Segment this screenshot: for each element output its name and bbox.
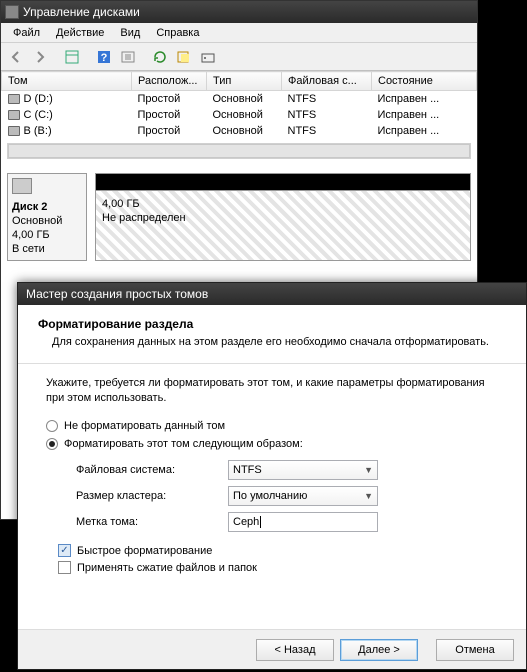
volume-label-label: Метка тома: [76, 516, 216, 528]
table-row[interactable]: C (C:) Простой Основной NTFS Исправен ..… [2, 107, 477, 123]
disk-online: В сети [12, 243, 45, 255]
radio-no-format[interactable]: Не форматировать данный том [46, 420, 498, 432]
window-title: Управление дисками [23, 1, 140, 23]
menu-action[interactable]: Действие [50, 25, 110, 41]
menu-help[interactable]: Справка [150, 25, 205, 41]
chevron-down-icon: ▼ [364, 491, 373, 501]
format-options: Файловая система: NTFS ▼ Размер кластера… [76, 460, 498, 532]
svg-text:?: ? [101, 52, 108, 64]
wizard-footer: < Назад Далее > Отмена [18, 629, 526, 669]
toolbar-icon[interactable] [197, 46, 219, 68]
drive-icon [8, 110, 20, 120]
partition-status: Не распределен [102, 212, 186, 224]
table-header-row[interactable]: Том Располож... Тип Файловая с... Состоя… [2, 72, 477, 91]
titlebar[interactable]: Управление дисками [1, 1, 477, 23]
checkbox-icon[interactable] [58, 561, 71, 574]
help-icon[interactable]: ? [93, 46, 115, 68]
cluster-select[interactable]: По умолчанию ▼ [228, 486, 378, 506]
radio-icon[interactable] [46, 420, 58, 432]
volume-label-input[interactable]: Ceph [228, 512, 378, 532]
disk-label-panel[interactable]: Диск 2 Основной 4,00 ГБ В сети [7, 173, 87, 261]
disk-name: Диск 2 [12, 201, 47, 213]
disk-icon [12, 178, 32, 194]
radio-format-label: Форматировать этот том следующим образом… [64, 438, 303, 450]
quick-format-checkbox[interactable]: Быстрое форматирование [58, 544, 498, 557]
toolbar-icon[interactable] [117, 46, 139, 68]
wizard-header: Форматирование раздела Для сохранения да… [18, 305, 526, 364]
wizard-title: Мастер создания простых томов [26, 287, 208, 301]
col-volume[interactable]: Том [2, 72, 132, 91]
wizard-titlebar[interactable]: Мастер создания простых томов [18, 283, 526, 305]
fs-select[interactable]: NTFS ▼ [228, 460, 378, 480]
radio-icon[interactable] [46, 438, 58, 450]
volume-table: Том Располож... Тип Файловая с... Состоя… [1, 71, 477, 139]
col-layout[interactable]: Располож... [132, 72, 207, 91]
fs-label: Файловая система: [76, 464, 216, 476]
toolbar-icon[interactable] [61, 46, 83, 68]
partition-body: 4,00 ГБ Не распределен [96, 190, 470, 260]
chevron-down-icon: ▼ [364, 465, 373, 475]
forward-icon[interactable] [29, 46, 51, 68]
wizard-intro: Укажите, требуется ли форматировать этот… [46, 376, 498, 406]
fs-value: NTFS [233, 464, 262, 476]
toolbar-icon[interactable] [173, 46, 195, 68]
wizard-body: Укажите, требуется ли форматировать этот… [18, 364, 526, 590]
next-button[interactable]: Далее > [340, 639, 418, 661]
app-icon [5, 5, 19, 19]
disk-graphical-view: Диск 2 Основной 4,00 ГБ В сети 4,00 ГБ Н… [7, 173, 471, 261]
disk-type: Основной [12, 215, 62, 227]
refresh-icon[interactable] [149, 46, 171, 68]
radio-format[interactable]: Форматировать этот том следующим образом… [46, 438, 498, 450]
wizard-dialog: Мастер создания простых томов Форматиров… [17, 282, 527, 670]
volume-label-value: Ceph [233, 516, 259, 528]
drive-icon [8, 94, 20, 104]
toolbar: ? [1, 43, 477, 71]
radio-no-format-label: Не форматировать данный том [64, 420, 225, 432]
menu-view[interactable]: Вид [114, 25, 146, 41]
table-row[interactable]: B (B:) Простой Основной NTFS Исправен ..… [2, 123, 477, 139]
cluster-value: По умолчанию [233, 490, 307, 502]
cluster-label: Размер кластера: [76, 490, 216, 502]
table-row[interactable]: D (D:) Простой Основной NTFS Исправен ..… [2, 91, 477, 108]
menu-file[interactable]: Файл [7, 25, 46, 41]
quick-format-label: Быстрое форматирование [77, 545, 212, 557]
back-icon[interactable] [5, 46, 27, 68]
partition-size: 4,00 ГБ [102, 198, 140, 210]
wizard-header-title: Форматирование раздела [38, 317, 506, 331]
partition[interactable]: 4,00 ГБ Не распределен [95, 173, 471, 261]
wizard-header-desc: Для сохранения данных на этом разделе ег… [38, 335, 506, 349]
col-fs[interactable]: Файловая с... [282, 72, 372, 91]
cancel-button[interactable]: Отмена [436, 639, 514, 661]
menubar: Файл Действие Вид Справка [1, 23, 477, 43]
compress-checkbox[interactable]: Применять сжатие файлов и папок [58, 561, 498, 574]
checkbox-icon[interactable] [58, 544, 71, 557]
disk-size: 4,00 ГБ [12, 229, 50, 241]
h-scrollbar[interactable] [7, 143, 471, 159]
back-button[interactable]: < Назад [256, 639, 334, 661]
partition-header [96, 174, 470, 190]
drive-icon [8, 126, 20, 136]
col-status[interactable]: Состояние [372, 72, 477, 91]
col-type[interactable]: Тип [207, 72, 282, 91]
compress-label: Применять сжатие файлов и папок [77, 562, 257, 574]
